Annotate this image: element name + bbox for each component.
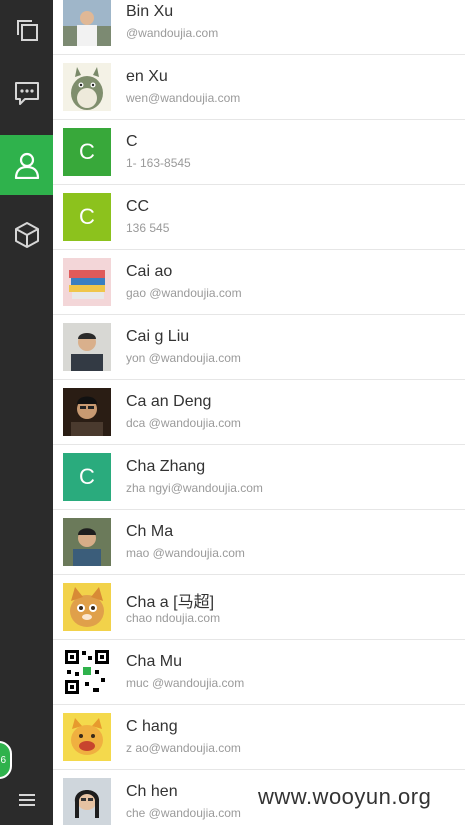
contact-row[interactable]: Cha Mu muc @wandoujia.com <box>53 640 465 705</box>
avatar <box>63 323 111 371</box>
contact-phone: 1- 163-8545 <box>126 156 191 170</box>
contact-name: Cha a [马超] <box>126 594 215 611</box>
avatar <box>63 713 111 761</box>
nav-apps-button[interactable] <box>0 205 53 265</box>
contact-row[interactable]: Cai g Liu yon @wandoujia.com <box>53 315 465 380</box>
contact-name: Ca an Deng <box>126 393 212 410</box>
contact-row[interactable]: C Cha Zhang zha ngyi@wandoujia.com <box>53 445 465 510</box>
sidebar: 6 <box>0 0 53 825</box>
contact-name: C hang <box>126 718 178 735</box>
contact-row[interactable]: C CC 136 545 <box>53 185 465 250</box>
contact-name: en Xu <box>126 68 168 85</box>
contact-name: Cai ao <box>126 263 173 280</box>
contact-phone: 136 545 <box>126 221 170 235</box>
avatar-letter: C <box>63 193 111 241</box>
contact-name: Cha Mu <box>126 653 183 670</box>
avatar <box>63 0 111 46</box>
watermark: www.wooyun.org <box>258 784 432 809</box>
contact-email: @wandoujia.com <box>126 26 219 40</box>
nav-copy-button[interactable] <box>0 0 53 60</box>
contact-name: Bin Xu <box>126 3 174 20</box>
contact-name: Ch Ma <box>126 523 174 540</box>
contact-row[interactable]: Cai ao gao @wandoujia.com <box>53 250 465 315</box>
contact-email: wen@wandoujia.com <box>126 91 241 105</box>
avatar <box>63 388 111 436</box>
avatar <box>63 778 111 825</box>
contact-email: gao @wandoujia.com <box>126 286 242 300</box>
contact-email: yon @wandoujia.com <box>126 351 241 365</box>
contact-row[interactable]: Cha a [马超] chao ndoujia.com <box>53 575 465 640</box>
menu-button[interactable] <box>0 774 53 825</box>
message-icon <box>14 82 39 105</box>
avatar <box>63 583 111 631</box>
contact-email: che @wandoujia.com <box>126 806 241 820</box>
avatar <box>63 518 111 566</box>
contact-row[interactable]: C hang z ao@wandoujia.com <box>53 705 465 770</box>
contact-name: Cai g Liu <box>126 328 190 345</box>
contact-icon <box>14 152 39 179</box>
nav-messages-button[interactable] <box>0 63 53 123</box>
hamburger-icon <box>18 793 35 806</box>
box-icon <box>14 222 39 248</box>
badge-count: 6 <box>0 754 6 766</box>
contact-email: chao ndoujia.com <box>126 611 221 625</box>
contact-row[interactable]: en Xu wen@wandoujia.com <box>53 55 465 120</box>
avatar <box>63 258 111 306</box>
contact-row[interactable]: C C 1- 163-8545 <box>53 120 465 185</box>
contact-name: Ch hen <box>126 783 178 800</box>
contact-name: CC <box>126 198 150 215</box>
contact-email: dca @wandoujia.com <box>126 416 241 430</box>
avatar-letter: C <box>63 453 111 501</box>
contact-email: mao @wandoujia.com <box>126 546 245 560</box>
contact-row[interactable]: Ca an Deng dca @wandoujia.com <box>53 380 465 445</box>
avatar <box>63 63 111 111</box>
contact-row[interactable]: Ch Ma mao @wandoujia.com <box>53 510 465 575</box>
contact-name: C <box>126 133 138 150</box>
copy-icon <box>16 20 38 41</box>
contact-email: zha ngyi@wandoujia.com <box>126 481 263 495</box>
nav-contacts-button[interactable] <box>0 135 53 195</box>
contact-email: muc @wandoujia.com <box>126 676 245 690</box>
avatar <box>63 648 111 696</box>
contact-row[interactable]: Bin Xu @wandoujia.com <box>53 0 465 55</box>
contact-list: Bin Xu @wandoujia.com en Xu wen@wandouji… <box>53 0 465 825</box>
avatar-letter: C <box>63 128 111 176</box>
contact-name: Cha Zhang <box>126 458 206 475</box>
contact-email: z ao@wandoujia.com <box>126 741 241 755</box>
